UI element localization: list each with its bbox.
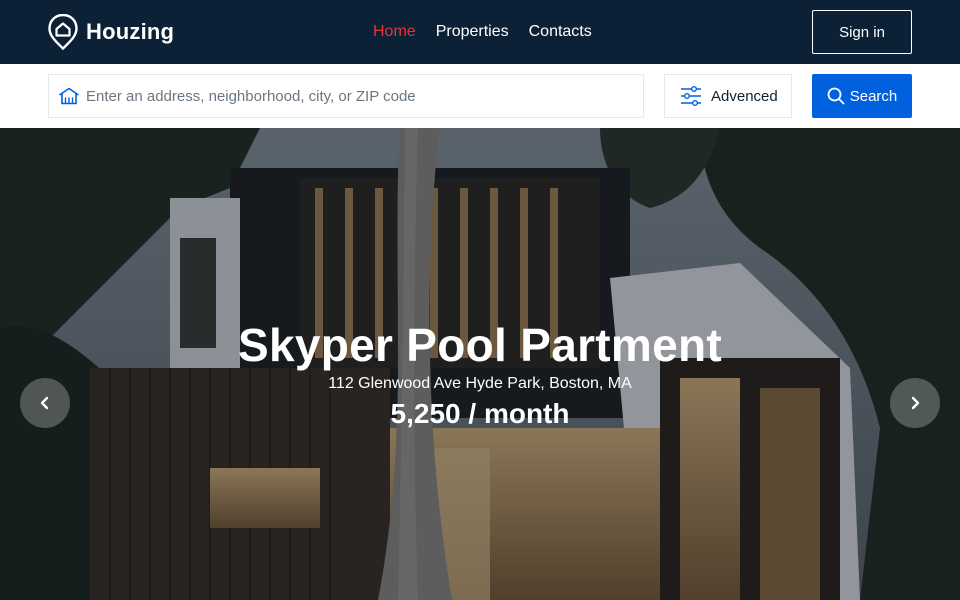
logo[interactable]: Houzing [48,14,174,50]
advanced-filter-button[interactable]: Advenced [664,74,792,118]
advanced-button-label: Advenced [711,87,778,105]
top-navbar: Houzing Home Properties Contacts Sign in [0,0,960,64]
nav-link-properties[interactable]: Properties [436,21,509,43]
logo-icon [48,14,78,50]
property-title: Skyper Pool Partment [237,319,723,371]
logo-text: Houzing [86,19,175,44]
carousel-next-button[interactable] [890,378,940,428]
chevron-right-icon [911,396,920,410]
search-input[interactable] [86,87,626,105]
sign-in-button[interactable]: Sign in [812,10,912,54]
search-button[interactable]: Search [812,74,912,118]
search-bar: Advenced Search [0,64,960,128]
sliders-icon [681,86,701,106]
property-price: 5,250 / month [390,398,570,429]
search-icon [827,87,845,105]
house-icon [59,87,79,105]
search-field [48,74,644,118]
hero-carousel: Skyper Pool Partment 112 Glenwood Ave Hy… [0,128,960,600]
nav-link-home[interactable]: Home [373,21,416,43]
carousel-prev-button[interactable] [20,378,70,428]
main-nav: Home Properties Contacts [373,21,612,43]
nav-link-contacts[interactable]: Contacts [529,21,592,43]
property-address: 112 Glenwood Ave Hyde Park, Boston, MA [328,375,632,392]
chevron-left-icon [40,396,49,410]
search-button-label: Search [849,87,898,105]
